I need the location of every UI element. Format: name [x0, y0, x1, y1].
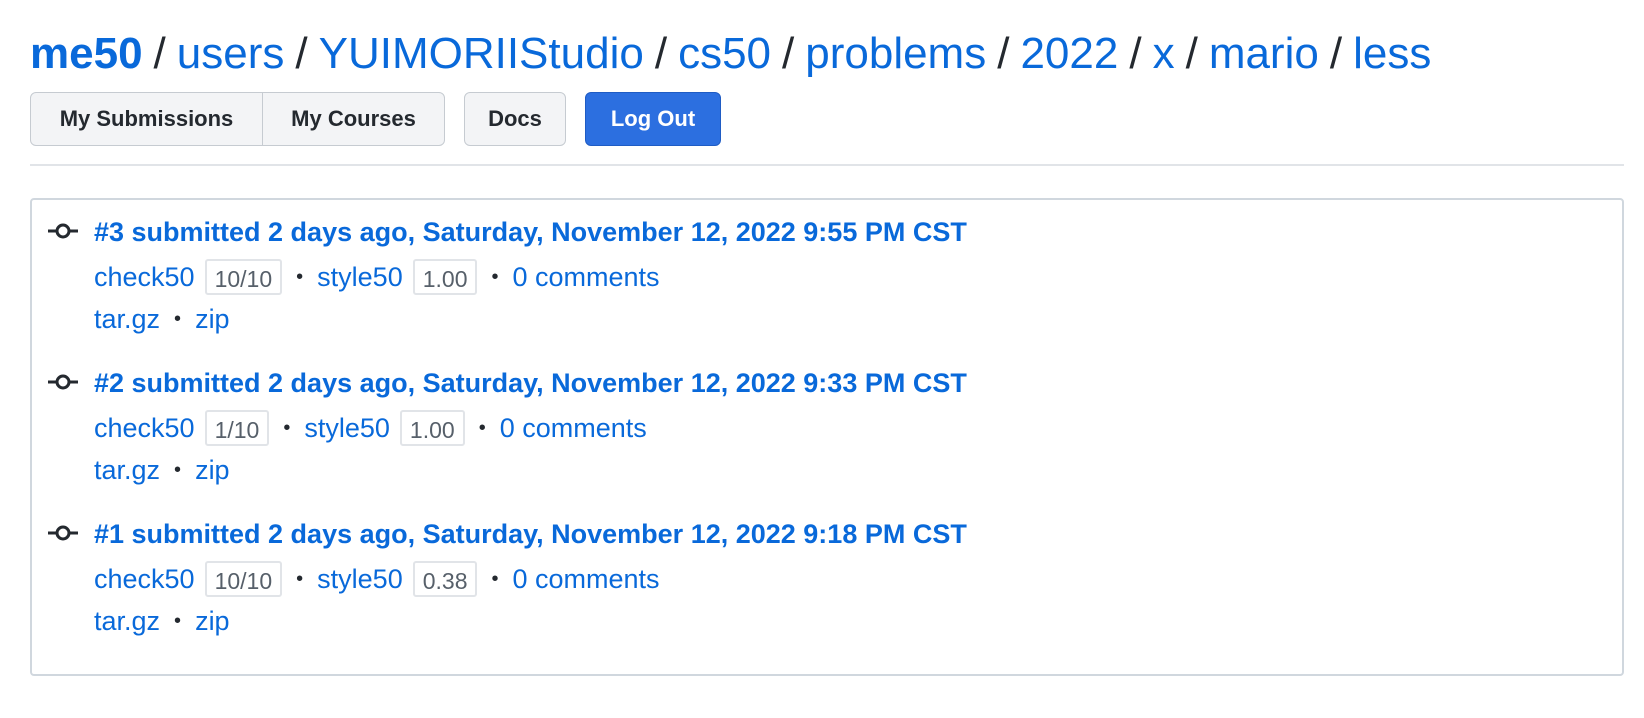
check50-link[interactable]: check50	[94, 563, 195, 595]
comments-link[interactable]: 0 comments	[513, 563, 660, 595]
style50-link[interactable]: style50	[317, 563, 403, 595]
download-targz-link[interactable]: tar.gz	[94, 454, 160, 486]
submission-item: #3 submitted 2 days ago, Saturday, Novem…	[32, 200, 1622, 334]
breadcrumb-separator: /	[654, 29, 668, 78]
breadcrumb-2022[interactable]: 2022	[1020, 29, 1118, 78]
bullet-separator: •	[296, 266, 304, 288]
bullet-separator: •	[296, 568, 304, 590]
breadcrumb-separator: /	[782, 29, 795, 78]
bullet-separator: •	[174, 459, 182, 481]
check50-score-badge: 1/10	[204, 410, 270, 446]
check50-score-badge: 10/10	[204, 259, 283, 295]
breadcrumb: me50/users / YUIMORIIStudio / cs50/problems /…	[30, 26, 1431, 82]
breadcrumb-less[interactable]: less	[1353, 29, 1431, 78]
breadcrumb-separator: /	[153, 29, 166, 78]
style50-link[interactable]: style50	[304, 412, 390, 444]
commit-icon	[48, 374, 78, 390]
breadcrumb-users[interactable]: users	[177, 29, 285, 78]
breadcrumb-mario[interactable]: mario	[1209, 29, 1319, 78]
commit-icon	[48, 223, 78, 239]
breadcrumb-separator: /	[997, 29, 1010, 78]
comments-link[interactable]: 0 comments	[500, 412, 647, 444]
my-submissions-button[interactable]: My Submissions	[30, 92, 263, 146]
submission-downloads-row: tar.gz • zip	[94, 300, 230, 338]
bullet-separator: •	[478, 417, 486, 439]
submission-checks-row: check50 1/10 • style50 1.00 • 0 comments	[94, 409, 647, 447]
submission-item: #2 submitted 2 days ago, Saturday, Novem…	[32, 351, 1622, 485]
submission-item: #1 submitted 2 days ago, Saturday, Novem…	[32, 502, 1622, 636]
breadcrumb-separator: /	[1185, 29, 1198, 78]
submission-title-link[interactable]: #2 submitted 2 days ago, Saturday, Novem…	[94, 367, 967, 399]
submission-title-link[interactable]: #3 submitted 2 days ago, Saturday, Novem…	[94, 216, 967, 248]
bullet-separator: •	[174, 308, 182, 330]
breadcrumb-cs50[interactable]: cs50	[678, 29, 771, 78]
breadcrumb-x[interactable]: x	[1153, 29, 1175, 78]
style50-score-badge: 0.38	[412, 561, 478, 597]
download-zip-link[interactable]: zip	[195, 605, 230, 637]
submission-downloads-row: tar.gz • zip	[94, 451, 230, 489]
breadcrumb-username[interactable]: YUIMORIIStudio	[319, 29, 644, 78]
check50-link[interactable]: check50	[94, 261, 195, 293]
download-zip-link[interactable]: zip	[195, 303, 230, 335]
download-targz-link[interactable]: tar.gz	[94, 303, 160, 335]
style50-score-badge: 1.00	[399, 410, 465, 446]
bullet-separator: •	[491, 266, 499, 288]
header-divider	[30, 164, 1624, 166]
submission-checks-row: check50 10/10 • style50 1.00 • 0 comment…	[94, 258, 660, 296]
download-targz-link[interactable]: tar.gz	[94, 605, 160, 637]
breadcrumb-me50[interactable]: me50	[30, 29, 143, 78]
submission-title-link[interactable]: #1 submitted 2 days ago, Saturday, Novem…	[94, 518, 967, 550]
comments-link[interactable]: 0 comments	[513, 261, 660, 293]
check50-score-badge: 10/10	[204, 561, 283, 597]
submission-downloads-row: tar.gz • zip	[94, 602, 230, 640]
breadcrumb-separator: /	[1329, 29, 1343, 78]
bullet-separator: •	[283, 417, 291, 439]
bullet-separator: •	[491, 568, 499, 590]
style50-score-badge: 1.00	[412, 259, 478, 295]
submission-checks-row: check50 10/10 • style50 0.38 • 0 comment…	[94, 560, 660, 598]
check50-link[interactable]: check50	[94, 412, 195, 444]
breadcrumb-separator: /	[295, 29, 308, 78]
breadcrumb-separator: /	[1129, 29, 1142, 78]
download-zip-link[interactable]: zip	[195, 454, 230, 486]
breadcrumb-problems[interactable]: problems	[805, 29, 986, 78]
commit-icon	[48, 525, 78, 541]
bullet-separator: •	[174, 610, 182, 632]
style50-link[interactable]: style50	[317, 261, 403, 293]
log-out-button[interactable]: Log Out	[585, 92, 721, 146]
my-courses-button[interactable]: My Courses	[262, 92, 445, 146]
docs-button[interactable]: Docs	[464, 92, 566, 146]
submissions-list: #3 submitted 2 days ago, Saturday, Novem…	[30, 198, 1624, 676]
